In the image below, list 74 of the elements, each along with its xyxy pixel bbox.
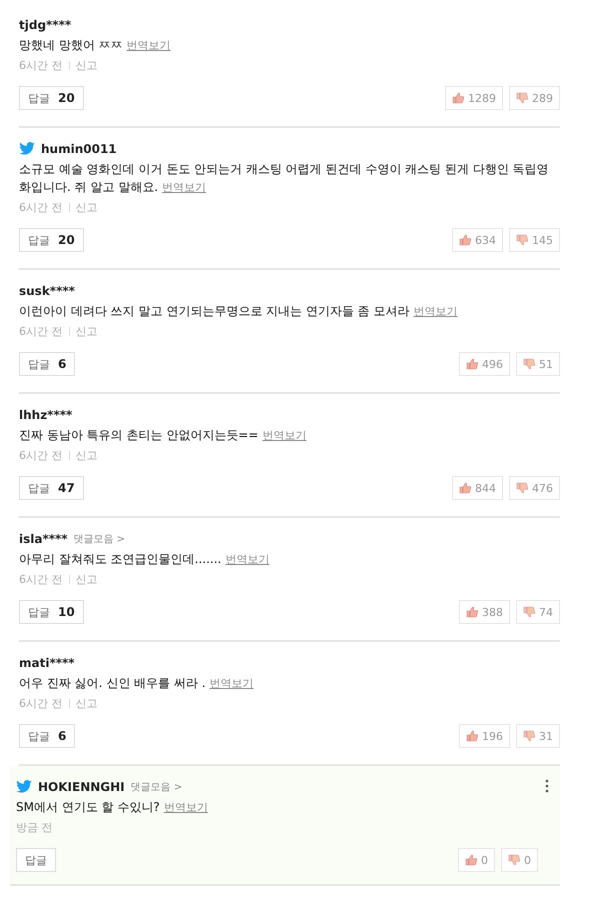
- like-button[interactable]: 496: [459, 352, 510, 376]
- collection-link[interactable]: 댓글모음 >: [74, 532, 126, 546]
- timestamp: 6시간 전: [19, 324, 62, 339]
- comment-text: 소규모 예술 영화인데 이거 돈도 안되는거 캐스팅 어렵게 된건데 수영이 캐스팅 된게 다행인 독립영화입니다. 쥐 알고 말해요. 번역보기: [19, 161, 550, 196]
- dislike-button[interactable]: 145: [509, 228, 560, 252]
- reply-button[interactable]: 답글 20: [19, 228, 84, 252]
- translate-link[interactable]: 번역보기: [210, 677, 254, 690]
- dislike-button[interactable]: 289: [509, 86, 560, 110]
- dislike-button[interactable]: 31: [516, 724, 560, 748]
- reply-button[interactable]: 답글 6: [19, 352, 76, 376]
- timestamp: 방금 전: [16, 820, 52, 835]
- like-button[interactable]: 196: [459, 724, 510, 748]
- comment-text: 아무리 잘쳐줘도 조연급인물인데....... 번역보기: [19, 551, 270, 568]
- timestamp: 6시간 전: [19, 200, 62, 215]
- author-name: susk****: [19, 284, 75, 298]
- like-button[interactable]: 388: [459, 600, 510, 624]
- report-link[interactable]: 신고: [76, 696, 98, 711]
- like-button[interactable]: 0: [458, 848, 495, 872]
- translate-link[interactable]: 번역보기: [414, 305, 458, 318]
- author-name: tjdg****: [19, 18, 72, 32]
- bird-icon: [16, 780, 32, 793]
- author-name: lhhz****: [19, 408, 72, 422]
- comment-text: 망했네 망했어 ㅉㅉ 번역보기: [19, 37, 172, 54]
- dislike-button[interactable]: 74: [516, 600, 560, 624]
- like-button[interactable]: 844: [452, 476, 503, 500]
- dislike-button[interactable]: 0: [501, 848, 538, 872]
- thumbs-down-icon: [523, 358, 535, 370]
- thumbs-up-icon: [459, 234, 471, 246]
- reply-button[interactable]: 답글 10: [19, 600, 84, 624]
- collection-link[interactable]: 댓글모음 >: [130, 780, 182, 794]
- dislike-button[interactable]: 51: [516, 352, 560, 376]
- report-link[interactable]: 신고: [76, 572, 98, 587]
- thumbs-up-icon: [459, 482, 471, 494]
- timestamp: 6시간 전: [19, 58, 62, 73]
- translate-link[interactable]: 번역보기: [262, 429, 306, 442]
- comment-text: 이런아이 데려다 쓰지 말고 연기되는무명으로 지내는 연기자들 좀 모셔라 번역보기: [19, 303, 459, 320]
- reply-button[interactable]: 답글 6: [19, 724, 76, 748]
- thumbs-down-icon: [508, 854, 520, 866]
- thumbs-down-icon: [516, 234, 528, 246]
- more-menu-icon[interactable]: [544, 778, 550, 794]
- like-button[interactable]: 1289: [445, 86, 503, 110]
- author-name: HOKIENNGHI: [38, 780, 125, 794]
- timestamp: 6시간 전: [19, 448, 62, 463]
- timestamp: 6시간 전: [19, 572, 62, 587]
- translate-link[interactable]: 번역보기: [164, 801, 208, 814]
- timestamp: 6시간 전: [19, 696, 62, 711]
- thumbs-up-icon: [466, 606, 478, 618]
- comment-text: 진짜 동남아 특유의 촌티는 안없어지는듯== 번역보기: [19, 427, 308, 444]
- dislike-button[interactable]: 476: [509, 476, 560, 500]
- author-name: humin0011: [41, 142, 117, 156]
- thumbs-down-icon: [516, 92, 528, 104]
- thumbs-up-icon: [466, 730, 478, 742]
- translate-link[interactable]: 번역보기: [225, 553, 270, 566]
- report-link[interactable]: 신고: [76, 324, 98, 339]
- comment-text: 어우 진짜 싫어. 신인 배우를 써라 . 번역보기: [19, 675, 255, 692]
- thumbs-down-icon: [516, 482, 528, 494]
- author-name: mati****: [19, 656, 75, 670]
- reply-button[interactable]: 답글 20: [19, 86, 84, 110]
- bird-icon: [19, 142, 35, 155]
- translate-link[interactable]: 번역보기: [162, 181, 206, 194]
- report-link[interactable]: 신고: [76, 58, 98, 73]
- author-name: isla****: [19, 532, 68, 546]
- reply-button[interactable]: 답글 47: [19, 476, 84, 500]
- thumbs-up-icon: [466, 358, 478, 370]
- thumbs-down-icon: [523, 606, 535, 618]
- report-link[interactable]: 신고: [76, 448, 98, 463]
- report-link[interactable]: 신고: [76, 200, 98, 215]
- reply-button[interactable]: 답글: [16, 848, 56, 872]
- translate-link[interactable]: 번역보기: [126, 39, 171, 52]
- like-button[interactable]: 634: [452, 228, 503, 252]
- thumbs-up-icon: [465, 854, 477, 866]
- comment-text: SM에서 연기도 할 수있니? 번역보기: [16, 799, 209, 816]
- thumbs-down-icon: [523, 730, 535, 742]
- thumbs-up-icon: [452, 92, 464, 104]
